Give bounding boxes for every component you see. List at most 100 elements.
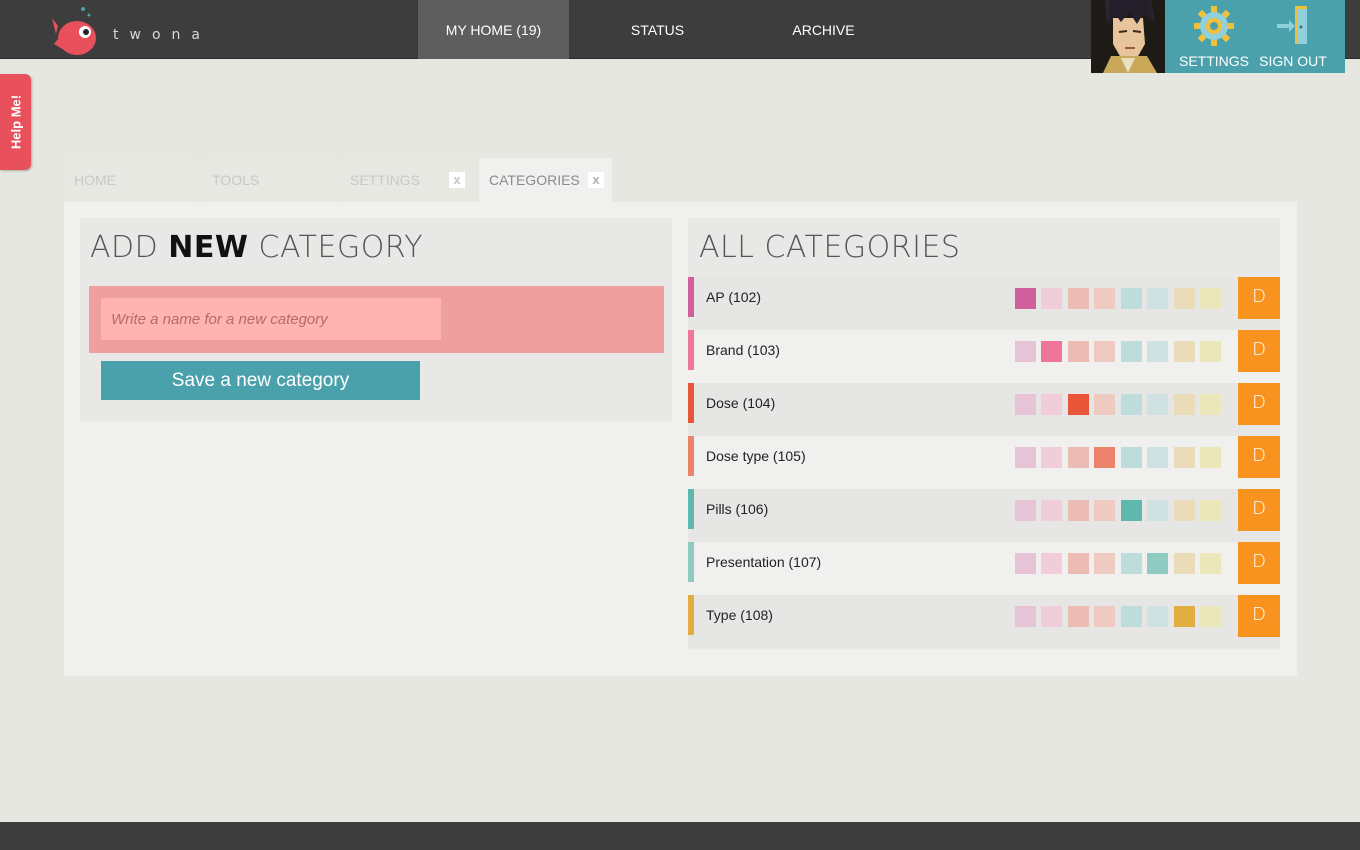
color-swatch[interactable] — [1174, 606, 1195, 627]
color-swatch[interactable] — [1015, 394, 1036, 415]
gear-icon — [1192, 4, 1236, 51]
category-name: Dose type (105) — [706, 448, 806, 464]
tab-categories-close-icon[interactable]: x — [588, 172, 604, 188]
category-name: Presentation (107) — [706, 554, 822, 570]
color-swatch[interactable] — [1200, 394, 1221, 415]
add-category-heading: ADD NEW CATEGORY — [90, 230, 424, 265]
color-swatch[interactable] — [1015, 500, 1036, 521]
delete-category-button[interactable]: D — [1238, 436, 1280, 478]
help-me-tab[interactable]: Help Me! — [0, 74, 31, 170]
color-swatch[interactable] — [1200, 341, 1221, 362]
color-swatch[interactable] — [1121, 341, 1142, 362]
delete-category-button[interactable]: D — [1238, 542, 1280, 584]
color-swatch[interactable] — [1147, 341, 1168, 362]
sign-out-label: SIGN OUT — [1259, 53, 1327, 69]
color-swatch[interactable] — [1068, 341, 1089, 362]
color-swatch[interactable] — [1200, 447, 1221, 468]
category-row: Pills (106) D — [688, 489, 1280, 542]
settings-button[interactable]: SETTINGS — [1175, 0, 1253, 73]
save-category-button[interactable]: Save a new category — [101, 361, 420, 400]
tab-home[interactable]: HOME — [64, 158, 197, 202]
color-swatch[interactable] — [1174, 288, 1195, 309]
category-row: Type (108) D — [688, 595, 1280, 648]
category-name: Brand (103) — [706, 342, 780, 358]
tab-home-label: HOME — [74, 172, 116, 188]
fish-logo-icon[interactable] — [52, 4, 100, 58]
color-swatch[interactable] — [1068, 553, 1089, 574]
color-swatch[interactable] — [1174, 553, 1195, 574]
color-swatch[interactable] — [1121, 394, 1142, 415]
color-swatch[interactable] — [1041, 288, 1062, 309]
color-swatch[interactable] — [1068, 606, 1089, 627]
color-swatch[interactable] — [1015, 341, 1036, 362]
color-swatch[interactable] — [1200, 500, 1221, 521]
brand-name: twona — [113, 27, 211, 43]
color-swatch[interactable] — [1121, 553, 1142, 574]
new-category-name-input[interactable] — [101, 298, 441, 340]
color-swatch[interactable] — [1200, 606, 1221, 627]
color-swatch[interactable] — [1094, 500, 1115, 521]
delete-category-button[interactable]: D — [1238, 277, 1280, 319]
nav-archive[interactable]: ARCHIVE — [756, 0, 891, 59]
tab-settings[interactable]: SETTINGS x — [340, 158, 473, 202]
color-swatch[interactable] — [1041, 553, 1062, 574]
color-swatch[interactable] — [1147, 553, 1168, 574]
tab-categories-label: CATEGORIES — [489, 172, 580, 188]
settings-label: SETTINGS — [1178, 53, 1249, 69]
tab-tools[interactable]: TOOLS — [202, 158, 335, 202]
color-swatch[interactable] — [1094, 447, 1115, 468]
color-swatch[interactable] — [1068, 288, 1089, 309]
color-swatch[interactable] — [1147, 500, 1168, 521]
color-swatch[interactable] — [1147, 606, 1168, 627]
category-name: AP (102) — [706, 289, 761, 305]
color-swatch[interactable] — [1041, 341, 1062, 362]
sign-out-button[interactable]: SIGN OUT — [1257, 0, 1329, 73]
tab-categories[interactable]: CATEGORIES x — [479, 158, 612, 202]
delete-category-button[interactable]: D — [1238, 489, 1280, 531]
color-swatch[interactable] — [1200, 553, 1221, 574]
category-row: Dose type (105) D — [688, 436, 1280, 489]
color-swatch[interactable] — [1015, 447, 1036, 468]
nav-status[interactable]: STATUS — [590, 0, 725, 59]
color-swatch[interactable] — [1094, 341, 1115, 362]
color-swatch[interactable] — [1174, 394, 1195, 415]
color-swatch[interactable] — [1041, 447, 1062, 468]
delete-category-button[interactable]: D — [1238, 595, 1280, 637]
color-swatch[interactable] — [1200, 288, 1221, 309]
tab-settings-close-icon[interactable]: x — [449, 172, 465, 188]
color-swatch[interactable] — [1068, 447, 1089, 468]
delete-category-button[interactable]: D — [1238, 330, 1280, 372]
nav-my-home[interactable]: MY HOME (19) — [418, 0, 569, 59]
color-swatch[interactable] — [1041, 394, 1062, 415]
category-color-marker — [688, 277, 694, 317]
category-name: Type (108) — [706, 607, 773, 623]
color-swatch[interactable] — [1094, 606, 1115, 627]
category-name: Pills (106) — [706, 501, 769, 517]
color-swatch[interactable] — [1174, 500, 1195, 521]
color-swatch[interactable] — [1147, 288, 1168, 309]
color-swatch[interactable] — [1094, 288, 1115, 309]
color-swatch[interactable] — [1174, 341, 1195, 362]
category-color-marker — [688, 542, 694, 582]
color-swatch[interactable] — [1068, 500, 1089, 521]
color-swatch[interactable] — [1041, 500, 1062, 521]
color-swatch[interactable] — [1147, 394, 1168, 415]
color-swatch[interactable] — [1068, 394, 1089, 415]
user-avatar[interactable] — [1091, 0, 1165, 73]
color-swatch[interactable] — [1015, 606, 1036, 627]
color-swatch[interactable] — [1015, 288, 1036, 309]
tab-settings-label: SETTINGS — [350, 172, 421, 188]
color-swatch[interactable] — [1094, 553, 1115, 574]
color-swatch[interactable] — [1094, 394, 1115, 415]
delete-category-button[interactable]: D — [1238, 383, 1280, 425]
category-color-marker — [688, 436, 694, 476]
color-swatch[interactable] — [1121, 500, 1142, 521]
color-swatch[interactable] — [1174, 447, 1195, 468]
color-swatch[interactable] — [1041, 606, 1062, 627]
footer-bar — [0, 822, 1360, 850]
color-swatch[interactable] — [1121, 447, 1142, 468]
color-swatch[interactable] — [1147, 447, 1168, 468]
color-swatch[interactable] — [1121, 288, 1142, 309]
color-swatch[interactable] — [1121, 606, 1142, 627]
color-swatch[interactable] — [1015, 553, 1036, 574]
